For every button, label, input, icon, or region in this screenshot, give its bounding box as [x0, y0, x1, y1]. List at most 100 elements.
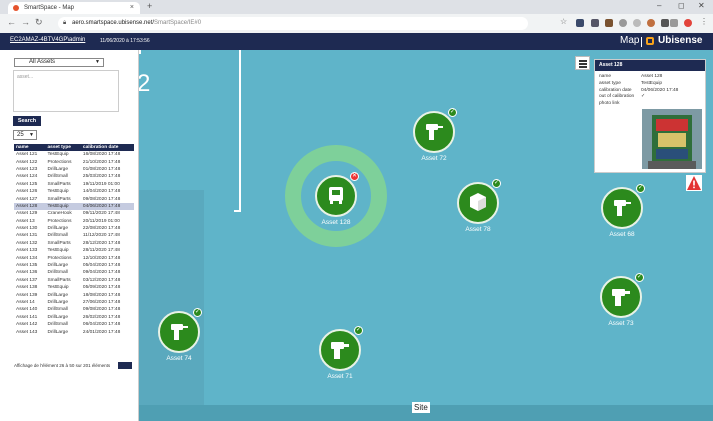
browser-menu-icon[interactable]: ⋮	[700, 17, 708, 26]
cell-calibration-date: 22/08/2020 17:48	[82, 226, 121, 232]
asset-marker-label: Asset 71	[327, 373, 353, 380]
cell-calibration-date: 12/10/2020 17:48	[82, 255, 121, 261]
close-window-button[interactable]: ✕	[698, 1, 705, 10]
check-badge-icon: ✓	[492, 179, 501, 188]
extension-icon[interactable]	[605, 19, 613, 27]
cell-calibration-date: 25/03/2020 17:48	[82, 174, 121, 180]
table-row[interactable]: Asset 123 DrillLarge 01/08/2020 17:48	[14, 166, 134, 173]
table-row[interactable]: Asset 141 DrillLarge 26/02/2020 17:48	[14, 314, 134, 321]
maximize-button[interactable]: ◻	[678, 1, 685, 10]
drill-icon	[171, 324, 188, 340]
list-line-icon	[579, 60, 587, 62]
table-row[interactable]: Asset 130 DrillLarge 22/08/2020 17:48	[14, 225, 134, 232]
media-icon[interactable]	[670, 19, 678, 27]
table-row[interactable]: Asset 14 DrillLarge 27/06/2020 17:48	[14, 299, 134, 306]
asset-filter-select[interactable]: All Assets ▼	[14, 58, 104, 67]
table-row[interactable]: Asset 139 DrillLarge 18/08/2020 17:48	[14, 291, 134, 298]
table-row[interactable]: Asset 138 TestEquip 05/09/2020 17:48	[14, 284, 134, 291]
popup-field-value: Asset 128	[641, 74, 663, 79]
popup-field-row: name Asset 128	[599, 74, 662, 79]
cell-calibration-date: 24/01/2020 17:48	[82, 329, 121, 335]
search-button[interactable]: Search	[13, 116, 41, 126]
cell-asset-type: DrillLarge	[47, 300, 69, 305]
table-row[interactable]: Asset 132 SmallParts 28/12/2020 17:48	[14, 240, 134, 247]
extension-icon[interactable]	[633, 19, 641, 27]
table-row[interactable]: Asset 13 Protections 20/11/2019 01:00	[14, 218, 134, 225]
cell-asset-type: SmallParts	[47, 240, 71, 246]
new-tab-button[interactable]: +	[147, 1, 152, 11]
page-size-select[interactable]: 25 ▼	[13, 130, 37, 140]
asset-marker-label: Asset 78	[465, 226, 491, 233]
asset-search-input[interactable]: asset...	[13, 70, 119, 112]
table-row[interactable]: Asset 125 SmallParts 19/11/2019 01:00	[14, 181, 134, 188]
layers-menu-button[interactable]	[575, 56, 590, 70]
extensions-puzzle-icon[interactable]	[661, 19, 669, 27]
table-row[interactable]: Asset 143 DrillLarge 24/01/2020 17:48	[14, 328, 134, 335]
table-row[interactable]: Asset 122 Protections 21/10/2020 17:48	[14, 158, 134, 165]
map-wall	[239, 50, 241, 212]
column-header-name[interactable]: name	[14, 144, 46, 151]
table-row[interactable]: Asset 131 DrillSmall 11/12/2020 17:48	[14, 232, 134, 239]
asset-filter-value: All Assets	[29, 59, 56, 65]
cell-name: Asset 139	[16, 292, 38, 298]
reload-icon[interactable]: ↻	[35, 17, 43, 28]
minimize-button[interactable]: –	[657, 1, 661, 10]
site-label: Site	[412, 402, 430, 413]
asset-photo[interactable]	[642, 109, 702, 169]
cell-asset-type: TestEquip	[47, 285, 69, 291]
profile-avatar[interactable]	[684, 19, 692, 27]
table-row[interactable]: Asset 126 TestEquip 14/04/2020 17:48	[14, 188, 134, 195]
table-row[interactable]: Asset 140 DrillSmall 09/08/2020 17:48	[14, 306, 134, 313]
warning-alert-icon[interactable]	[686, 175, 702, 191]
cell-calibration-date: 05/04/2020 17:48	[82, 263, 121, 269]
table-row[interactable]: Asset 134 Protections 12/10/2020 17:48	[14, 254, 134, 261]
extension-icon[interactable]	[619, 19, 627, 27]
asset-marker-label: Asset 68	[609, 231, 635, 238]
table-row[interactable]: Asset 124 DrillSmall 25/03/2020 17:48	[14, 173, 134, 180]
table-row[interactable]: Asset 137 SmallParts 03/12/2020 17:48	[14, 277, 134, 284]
brand-name: Ubisense	[658, 35, 703, 46]
asset-marker-label: Asset 73	[608, 320, 634, 327]
table-row[interactable]: Asset 129 CraneHook 09/11/2020 17:48	[14, 210, 134, 217]
bookmark-star-icon[interactable]: ☆	[560, 17, 567, 26]
chevron-down-icon: ▼	[29, 132, 34, 138]
table-row[interactable]: Asset 135 DrillLarge 05/04/2020 17:48	[14, 262, 134, 269]
table-row[interactable]: Asset 142 DrillSmall 06/04/2020 17:48	[14, 321, 134, 328]
asset-marker-label: Asset 72	[421, 155, 447, 162]
address-bar[interactable]: 🔒︎ aero.smartspace.ubisense.net/SmartSpa…	[58, 17, 528, 30]
extension-icon[interactable]	[576, 19, 584, 27]
asset-marker-label: Asset 128	[321, 219, 351, 226]
table-row[interactable]: Asset 121 TestEquip 16/08/2020 17:48	[14, 151, 134, 158]
table-row[interactable]: Asset 128 TestEquip 04/06/2020 17:48	[14, 202, 134, 211]
table-row[interactable]: Asset 136 DrillSmall 09/04/2020 17:48	[14, 269, 134, 276]
column-header-asset-type[interactable]: asset type	[45, 144, 81, 151]
tab-close-button[interactable]: ×	[130, 2, 134, 14]
cell-asset-type: Protections	[47, 255, 72, 261]
navigation-bar: ← → ↻ 🔒︎ aero.smartspace.ubisense.net/Sm…	[0, 15, 713, 32]
table-header-row: name asset type calibration date	[14, 144, 134, 151]
cell-name: Asset 138	[16, 285, 38, 291]
browser-chrome: SmartSpace - Map × + – ◻ ✕ ← → ↻ 🔒︎ aero…	[0, 0, 713, 33]
map-wall	[234, 210, 241, 212]
map-zone	[139, 190, 204, 421]
asset-table: name asset type calibration date Asset 1…	[14, 144, 134, 336]
extension-icon[interactable]	[591, 19, 599, 27]
site-map[interactable]: 2 ✓ Asset 72 ✕ Asset 128 ✓ Asset 78 ✓ Asset 68 ✓…	[139, 50, 713, 421]
cell-name: Asset 121	[16, 152, 38, 158]
pager-status: Affichage de l'élément 26 à 50 sur 201 é…	[14, 363, 111, 368]
cell-calibration-date: 09/08/2020 17:48	[82, 307, 121, 313]
user-link[interactable]: EC2AMAZ-4BTV4GP\admin	[10, 37, 85, 43]
extension-icon[interactable]	[647, 19, 655, 27]
table-row[interactable]: Asset 133 TestEquip 28/11/2020 17:48	[14, 247, 134, 254]
column-header-calibration-date[interactable]: calibration date	[80, 144, 134, 151]
table-row[interactable]: Asset 127 SmallParts 09/08/2020 17:48	[14, 195, 134, 202]
cell-asset-type: Protections	[47, 218, 72, 224]
test-equipment-icon	[329, 187, 343, 204]
popup-field-key: photo link	[599, 101, 620, 107]
forward-arrow-icon[interactable]: →	[21, 17, 30, 27]
cell-calibration-date: 14/04/2020 17:48	[82, 189, 121, 195]
browser-tab[interactable]: SmartSpace - Map ×	[8, 2, 140, 14]
cell-asset-type: DrillLarge	[47, 226, 69, 232]
pager-next-button[interactable]	[118, 362, 132, 369]
back-arrow-icon[interactable]: ←	[7, 17, 16, 27]
